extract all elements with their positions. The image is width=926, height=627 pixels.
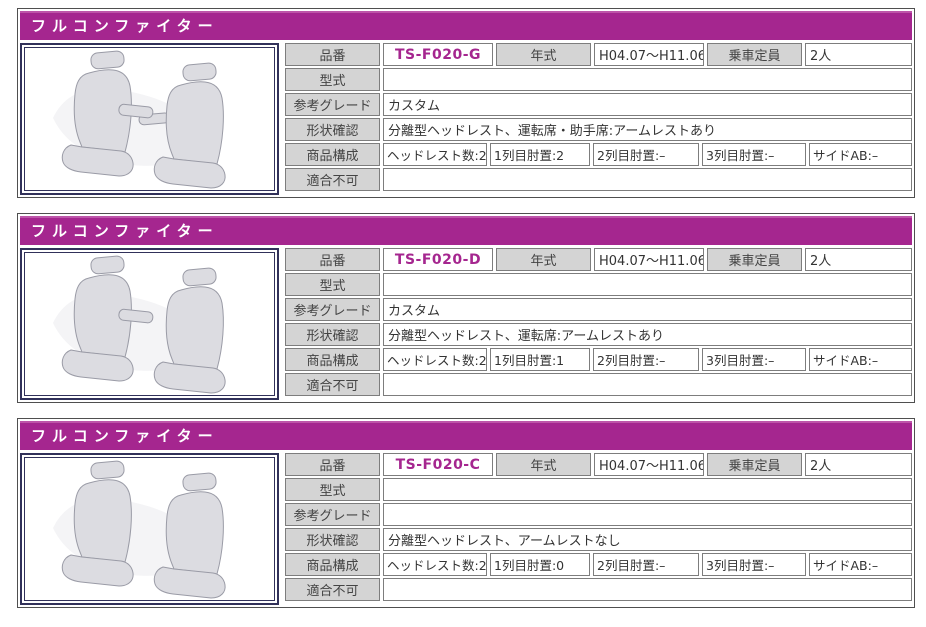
capacity-label: 乗車定員 [707, 248, 802, 271]
seat-illustration [24, 457, 275, 601]
section-title: フルコンファイター [20, 11, 912, 40]
seat-illustration-svg [25, 458, 274, 600]
headrest-count: ヘッドレスト数:2 [383, 143, 487, 166]
row1-armrest: 1列目肘置:2 [490, 143, 590, 166]
table-row: 形状確認 分離型ヘッドレスト、運転席:アームレストあり [285, 323, 912, 346]
incompatible-value [383, 168, 912, 191]
spec-table: 品番 TS-F020-C 年式 H04.07〜H11.06 乗車定員 2人 型式… [285, 453, 912, 601]
composition-label: 商品構成 [285, 553, 380, 576]
capacity-value: 2人 [805, 43, 912, 66]
year-value: H04.07〜H11.06 [594, 248, 704, 271]
table-row: 適合不可 [285, 373, 912, 396]
section-title: フルコンファイター [20, 421, 912, 450]
table-row: 形状確認 分離型ヘッドレスト、運転席・助手席:アームレストあり [285, 118, 912, 141]
side-airbag: サイドAB:– [809, 553, 912, 576]
side-airbag: サイドAB:– [809, 348, 912, 371]
shape-label: 形状確認 [285, 528, 380, 551]
product-image-frame [20, 43, 279, 195]
year-value: H04.07〜H11.06 [594, 43, 704, 66]
incompatible-label: 適合不可 [285, 373, 380, 396]
table-row: 型式 [285, 68, 912, 91]
model-value [383, 273, 912, 296]
year-label: 年式 [496, 248, 591, 271]
product-section: フルコンファイター [17, 418, 915, 608]
seat-illustration-svg [25, 253, 274, 395]
product-section: フルコンファイター [17, 8, 915, 198]
seat-illustration [24, 252, 275, 396]
capacity-value: 2人 [805, 248, 912, 271]
seat-illustration-svg [25, 48, 274, 190]
composition-label: 商品構成 [285, 348, 380, 371]
grade-value [383, 503, 912, 526]
product-section: フルコンファイター [17, 213, 915, 403]
year-value: H04.07〜H11.06 [594, 453, 704, 476]
model-label: 型式 [285, 273, 380, 296]
spec-table: 品番 TS-F020-D 年式 H04.07〜H11.06 乗車定員 2人 型式… [285, 248, 912, 396]
side-airbag: サイドAB:– [809, 143, 912, 166]
year-label: 年式 [496, 453, 591, 476]
shape-value: 分離型ヘッドレスト、運転席・助手席:アームレストあり [383, 118, 912, 141]
year-label: 年式 [496, 43, 591, 66]
row3-armrest: 3列目肘置:– [702, 143, 806, 166]
part-number-value: TS-F020-G [383, 43, 493, 66]
table-row: 参考グレード カスタム [285, 298, 912, 321]
table-row: 商品構成 ヘッドレスト数:2 1列目肘置:0 2列目肘置:– 3列目肘置:– サ… [285, 553, 912, 576]
headrest-count: ヘッドレスト数:2 [383, 553, 487, 576]
capacity-label: 乗車定員 [707, 43, 802, 66]
table-row: 品番 TS-F020-D 年式 H04.07〜H11.06 乗車定員 2人 [285, 248, 912, 271]
table-row: 形状確認 分離型ヘッドレスト、アームレストなし [285, 528, 912, 551]
table-row: 商品構成 ヘッドレスト数:2 1列目肘置:1 2列目肘置:– 3列目肘置:– サ… [285, 348, 912, 371]
part-number-label: 品番 [285, 248, 380, 271]
capacity-label: 乗車定員 [707, 453, 802, 476]
row1-armrest: 1列目肘置:1 [490, 348, 590, 371]
grade-label: 参考グレード [285, 298, 380, 321]
shape-value: 分離型ヘッドレスト、運転席:アームレストあり [383, 323, 912, 346]
incompatible-label: 適合不可 [285, 168, 380, 191]
table-row: 品番 TS-F020-G 年式 H04.07〜H11.06 乗車定員 2人 [285, 43, 912, 66]
product-spec-page: フルコンファイター [0, 0, 926, 627]
part-number-label: 品番 [285, 43, 380, 66]
table-row: 品番 TS-F020-C 年式 H04.07〜H11.06 乗車定員 2人 [285, 453, 912, 476]
table-row: 参考グレード [285, 503, 912, 526]
model-label: 型式 [285, 68, 380, 91]
product-image-frame [20, 453, 279, 605]
row3-armrest: 3列目肘置:– [702, 553, 806, 576]
section-title: フルコンファイター [20, 216, 912, 245]
part-number-value: TS-F020-D [383, 248, 493, 271]
grade-value: カスタム [383, 298, 912, 321]
grade-label: 参考グレード [285, 503, 380, 526]
part-number-label: 品番 [285, 453, 380, 476]
row3-armrest: 3列目肘置:– [702, 348, 806, 371]
product-image-frame [20, 248, 279, 400]
row2-armrest: 2列目肘置:– [593, 143, 699, 166]
capacity-value: 2人 [805, 453, 912, 476]
composition-label: 商品構成 [285, 143, 380, 166]
model-value [383, 478, 912, 501]
part-number-value: TS-F020-C [383, 453, 493, 476]
shape-value: 分離型ヘッドレスト、アームレストなし [383, 528, 912, 551]
table-row: 適合不可 [285, 578, 912, 601]
incompatible-label: 適合不可 [285, 578, 380, 601]
model-label: 型式 [285, 478, 380, 501]
spec-table: 品番 TS-F020-G 年式 H04.07〜H11.06 乗車定員 2人 型式… [285, 43, 912, 191]
grade-value: カスタム [383, 93, 912, 116]
seat-illustration [24, 47, 275, 191]
shape-label: 形状確認 [285, 323, 380, 346]
row2-armrest: 2列目肘置:– [593, 348, 699, 371]
table-row: 商品構成 ヘッドレスト数:2 1列目肘置:2 2列目肘置:– 3列目肘置:– サ… [285, 143, 912, 166]
table-row: 適合不可 [285, 168, 912, 191]
incompatible-value [383, 578, 912, 601]
grade-label: 参考グレード [285, 93, 380, 116]
row2-armrest: 2列目肘置:– [593, 553, 699, 576]
table-row: 型式 [285, 273, 912, 296]
incompatible-value [383, 373, 912, 396]
model-value [383, 68, 912, 91]
headrest-count: ヘッドレスト数:2 [383, 348, 487, 371]
row1-armrest: 1列目肘置:0 [490, 553, 590, 576]
shape-label: 形状確認 [285, 118, 380, 141]
table-row: 型式 [285, 478, 912, 501]
table-row: 参考グレード カスタム [285, 93, 912, 116]
